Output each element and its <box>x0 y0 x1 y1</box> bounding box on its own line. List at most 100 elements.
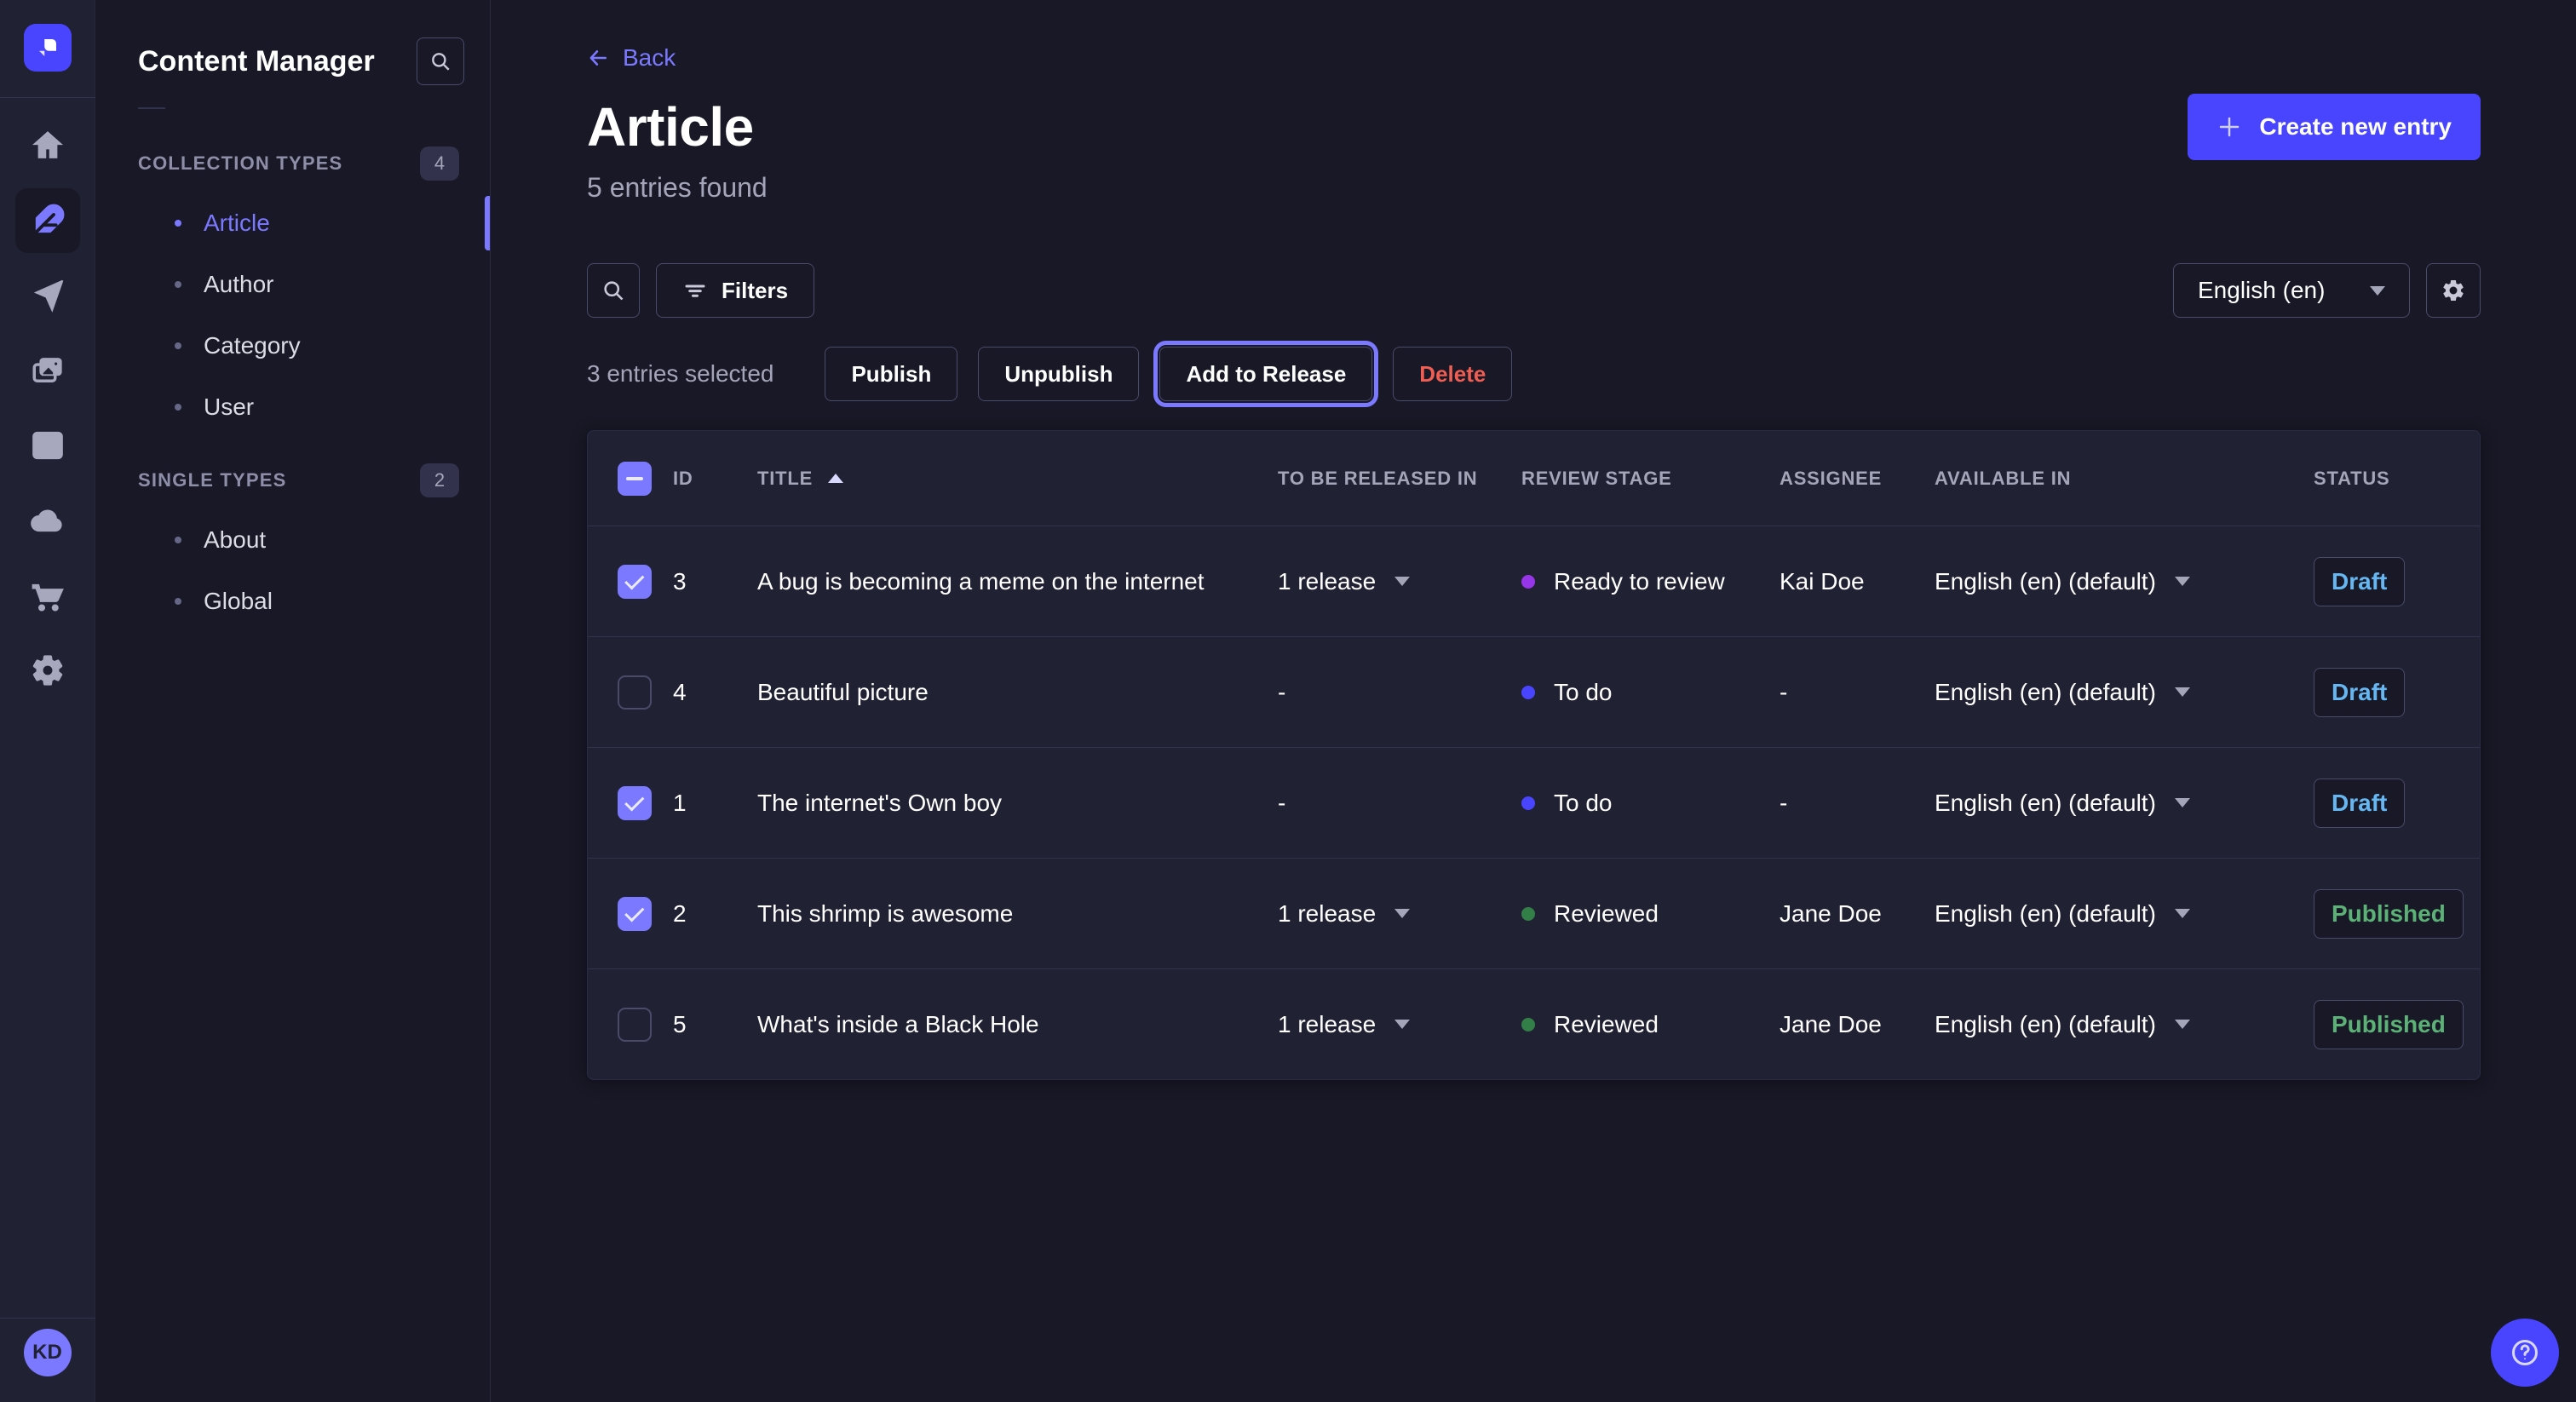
send-plane-icon <box>30 278 66 313</box>
status-badge: Draft <box>2314 668 2405 717</box>
rail-nav-list <box>0 108 95 708</box>
cell-title: Beautiful picture <box>757 679 1278 706</box>
cell-title: What's inside a Black Hole <box>757 1011 1278 1038</box>
rail-item-home[interactable] <box>0 108 95 183</box>
cell-available-in: English (en) (default) <box>1935 900 2314 928</box>
unpublish-button[interactable]: Unpublish <box>978 347 1139 401</box>
table-row[interactable]: 5 What's inside a Black Hole 1 release R… <box>588 968 2480 1079</box>
back-link[interactable]: Back <box>587 44 676 72</box>
cell-to-be-released-in: - <box>1278 679 1521 706</box>
cell-available-in: English (en) (default) <box>1935 679 2314 706</box>
release-caret-icon[interactable] <box>1394 577 1410 586</box>
rail-item-content-type-builder[interactable] <box>0 408 95 483</box>
locale-caret-icon[interactable] <box>2175 798 2190 807</box>
locale-caret-icon[interactable] <box>2175 909 2190 918</box>
row-checkbox[interactable] <box>618 786 652 820</box>
cell-title: A bug is becoming a meme on the internet <box>757 568 1278 595</box>
strapi-logo[interactable] <box>24 24 72 72</box>
column-header-available-in: AVAILABLE IN <box>1935 468 2314 490</box>
sidebar-item-global[interactable]: Global <box>95 571 490 632</box>
locale-caret-icon[interactable] <box>2175 1020 2190 1029</box>
table-row[interactable]: 1 The internet's Own boy - To do - Engli… <box>588 747 2480 858</box>
rail-item-content-manager[interactable] <box>0 183 95 258</box>
back-label: Back <box>623 44 676 72</box>
sidebar-item-label: Global <box>204 588 273 615</box>
locale-caret-icon[interactable] <box>2175 687 2190 697</box>
select-all-checkbox[interactable] <box>618 462 652 496</box>
row-checkbox[interactable] <box>618 897 652 931</box>
stage-dot <box>1521 575 1535 589</box>
column-header-id: ID <box>673 468 757 490</box>
cell-status: Draft <box>2314 779 2480 828</box>
single-types-list: About Global <box>95 509 490 632</box>
arrow-left-icon <box>587 47 609 69</box>
row-checkbox[interactable] <box>618 565 652 599</box>
sidebar-item-about[interactable]: About <box>95 509 490 571</box>
locale-select[interactable]: English (en) <box>2173 263 2410 318</box>
collection-types-count-badge: 4 <box>420 147 459 181</box>
subnav-divider <box>138 107 165 109</box>
cell-review-stage: To do <box>1521 790 1780 817</box>
column-header-title[interactable]: TITLE <box>757 468 1278 490</box>
cell-id: 2 <box>673 900 757 928</box>
table-row[interactable]: 4 Beautiful picture - To do - English (e… <box>588 636 2480 747</box>
list-search-button[interactable] <box>587 263 640 318</box>
locale-caret-icon[interactable] <box>2175 577 2190 586</box>
table-row[interactable]: 3 A bug is becoming a meme on the intern… <box>588 526 2480 636</box>
filter-icon <box>682 278 708 303</box>
unpublish-label: Unpublish <box>1004 361 1113 388</box>
sidebar-item-label: Article <box>204 210 270 237</box>
content-type-builder-icon <box>30 428 66 463</box>
cell-id: 3 <box>673 568 757 595</box>
row-checkbox[interactable] <box>618 675 652 710</box>
user-avatar[interactable]: KD <box>24 1329 72 1376</box>
publish-button[interactable]: Publish <box>825 347 957 401</box>
cell-title: The internet's Own boy <box>757 790 1278 817</box>
cell-assignee: Jane Doe <box>1780 900 1935 928</box>
rail-item-cloud[interactable] <box>0 483 95 558</box>
marketplace-cart-icon <box>30 577 66 613</box>
create-new-entry-button[interactable]: Create new entry <box>2188 94 2481 160</box>
row-checkbox[interactable] <box>618 1008 652 1042</box>
sidebar-item-label: About <box>204 526 266 554</box>
table-row[interactable]: 2 This shrimp is awesome 1 release Revie… <box>588 858 2480 968</box>
release-caret-icon[interactable] <box>1394 909 1410 918</box>
sidebar-item-author[interactable]: Author <box>95 254 490 315</box>
release-caret-icon[interactable] <box>1394 1020 1410 1029</box>
page-title: Article <box>587 95 754 158</box>
bullet-icon <box>175 537 181 543</box>
view-settings-button[interactable] <box>2426 263 2481 318</box>
bullet-icon <box>175 281 181 288</box>
chevron-down-icon <box>2370 286 2385 296</box>
cloud-icon <box>30 503 66 538</box>
rail-item-send[interactable] <box>0 258 95 333</box>
column-header-assignee: ASSIGNEE <box>1780 468 1935 490</box>
content-manager-subnav: Content Manager COLLECTION TYPES 4 Artic… <box>95 0 491 1402</box>
filters-button[interactable]: Filters <box>656 263 814 318</box>
sidebar-item-article[interactable]: Article <box>95 192 490 254</box>
stage-dot <box>1521 1018 1535 1031</box>
publish-label: Publish <box>851 361 931 388</box>
cell-to-be-released-in: 1 release <box>1278 1011 1521 1038</box>
rail-item-media-library[interactable] <box>0 333 95 408</box>
single-types-label: SINGLE TYPES <box>138 469 287 491</box>
sidebar-item-category[interactable]: Category <box>95 315 490 376</box>
sort-ascending-icon <box>828 474 843 483</box>
sidebar-item-user[interactable]: User <box>95 376 490 438</box>
help-button[interactable] <box>2491 1319 2559 1387</box>
entries-table: ID TITLE TO BE RELEASED IN REVIEW STAGE … <box>587 430 2481 1080</box>
rail-bottom: KD <box>0 1318 95 1402</box>
sidebar-item-label: User <box>204 394 254 421</box>
delete-button[interactable]: Delete <box>1393 347 1512 401</box>
collection-types-section: COLLECTION TYPES 4 Article Author Catego… <box>95 145 490 438</box>
bullet-icon <box>175 404 181 411</box>
cell-assignee: Kai Doe <box>1780 568 1935 595</box>
rail-item-marketplace[interactable] <box>0 558 95 633</box>
add-to-release-button[interactable]: Add to Release <box>1159 347 1372 401</box>
cell-id: 5 <box>673 1011 757 1038</box>
cell-review-stage: To do <box>1521 679 1780 706</box>
subnav-search-button[interactable] <box>417 37 464 85</box>
cell-review-stage: Ready to review <box>1521 568 1780 595</box>
rail-item-settings[interactable] <box>0 633 95 708</box>
cell-status: Draft <box>2314 668 2480 717</box>
